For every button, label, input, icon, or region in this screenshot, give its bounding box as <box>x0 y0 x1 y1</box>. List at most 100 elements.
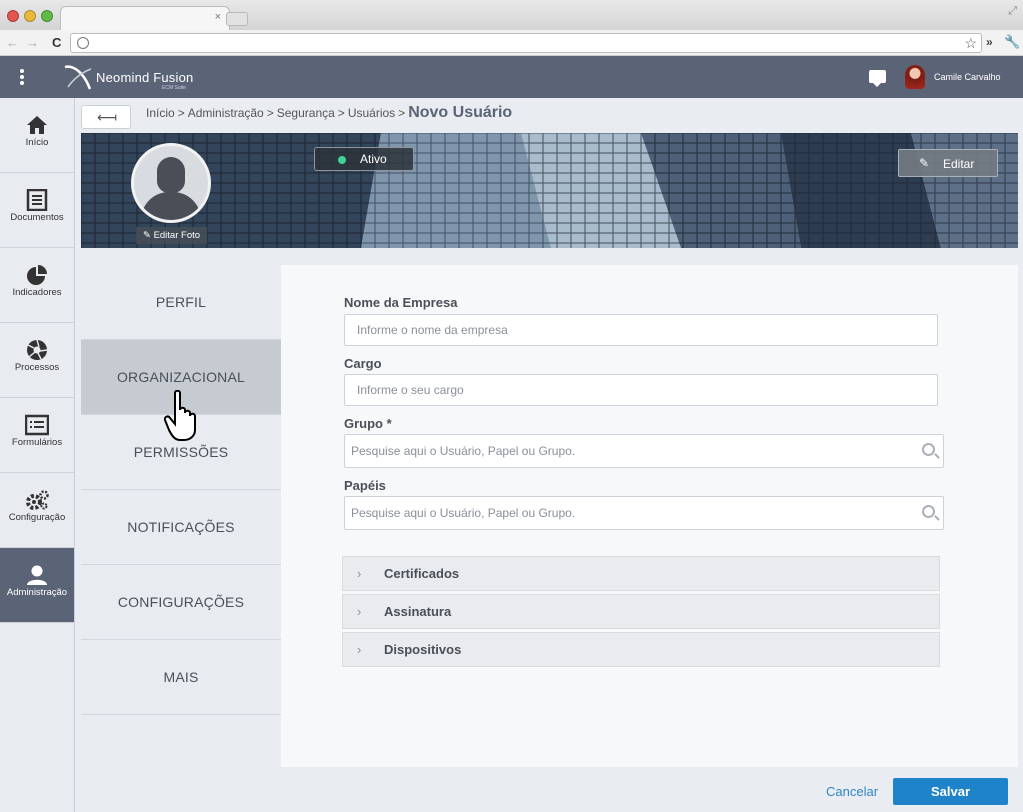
tab-notificacoes[interactable]: NOTIFICAÇÕES <box>81 490 281 565</box>
user-name[interactable]: Camile Carvalho <box>934 72 1001 82</box>
app-name: Neomind Fusion <box>96 70 194 85</box>
papers-search-input[interactable]: Pesquise aqui o Usuário, Papel ou Grupo. <box>344 496 944 530</box>
sidebar-item-processos[interactable]: Processos <box>0 323 74 398</box>
person-silhouette-icon <box>157 157 185 193</box>
accordion-label: Certificados <box>384 566 460 581</box>
document-icon <box>26 189 48 211</box>
address-bar[interactable]: ☆ <box>70 33 982 53</box>
page-title: Novo Usuário <box>408 104 513 121</box>
role-label: Cargo <box>344 356 382 371</box>
wrench-icon[interactable]: 🔧 <box>1004 34 1020 50</box>
app-subtitle: ECM Suite <box>162 85 186 91</box>
fullscreen-icon[interactable]: ⤢ <box>1008 5 1017 18</box>
chevron-right-icon: › <box>357 642 362 657</box>
edit-photo-label: Editar Foto <box>153 230 201 241</box>
tab-configuracoes[interactable]: CONFIGURAÇÕES <box>81 565 281 640</box>
aperture-icon <box>27 339 48 360</box>
breadcrumb-seguranca[interactable]: Segurança <box>277 106 335 120</box>
sidebar-item-formularios[interactable]: Formulários <box>0 398 74 473</box>
sidebar-item-label: Formulários <box>11 437 63 448</box>
forward-arrow-icon[interactable]: → <box>26 35 39 50</box>
role-input[interactable]: Informe o seu cargo <box>344 374 938 406</box>
sidebar-item-documentos[interactable]: Documentos <box>0 173 74 248</box>
papers-search-placeholder: Pesquise aqui o Usuário, Papel ou Grupo. <box>351 506 576 520</box>
chevron-right-icon: › <box>357 604 362 619</box>
logo[interactable]: Neomind Fusion ECM Suite <box>62 63 202 93</box>
breadcrumb-administracao[interactable]: Administração <box>188 106 264 120</box>
close-tab-icon[interactable]: × <box>215 11 221 23</box>
person-silhouette-body <box>141 192 201 220</box>
search-icon[interactable] <box>922 443 935 456</box>
profile-banner: ✎ Editar Foto Ativo ✎ Editar <box>81 133 1018 248</box>
new-tab-button[interactable] <box>226 12 248 26</box>
search-icon[interactable] <box>922 505 935 518</box>
breadcrumb: Início > Administração > Segurança > Usuários >… <box>146 104 512 122</box>
sidebar-item-administracao[interactable]: Administração <box>0 548 74 623</box>
accordion-certificados[interactable]: › Certificados <box>342 556 940 591</box>
status-dot-icon <box>338 156 346 164</box>
sidebar-item-indicadores[interactable]: Indicadores <box>0 248 74 323</box>
status-label: Ativo <box>360 152 387 166</box>
profile-photo[interactable] <box>131 143 211 223</box>
browser-tab[interactable]: × <box>60 6 230 30</box>
banner-background-image <box>81 133 1018 248</box>
cancel-button[interactable]: Cancelar <box>826 784 878 799</box>
sidebar-item-label: Indicadores <box>12 287 62 298</box>
save-button[interactable]: Salvar <box>893 778 1008 805</box>
pie-chart-icon <box>27 265 47 285</box>
accordion-label: Dispositivos <box>384 642 462 657</box>
breadcrumb-separator: > <box>337 106 345 120</box>
gears-icon <box>26 490 49 510</box>
breadcrumb-inicio[interactable]: Início <box>146 106 175 120</box>
bookmark-star-icon[interactable]: ☆ <box>964 35 977 52</box>
logo-swoosh-icon <box>64 65 92 90</box>
group-search-input[interactable]: Pesquise aqui o Usuário, Papel ou Grupo. <box>344 434 944 468</box>
breadcrumb-separator: > <box>266 106 274 120</box>
pencil-icon: ✎ <box>919 156 930 170</box>
home-icon <box>27 116 47 134</box>
maximize-window-button[interactable] <box>41 10 53 22</box>
app-header: Neomind Fusion ECM Suite Camile Carvalho <box>0 56 1023 98</box>
company-input[interactable]: Informe o nome da empresa <box>344 314 938 346</box>
breadcrumb-usuarios[interactable]: Usuários <box>348 106 395 120</box>
chevron-right-icon: › <box>357 566 362 581</box>
chat-icon[interactable] <box>869 70 886 87</box>
profile-tabs: PERFIL ORGANIZACIONAL PERMISSÕES NOTIFIC… <box>81 265 281 715</box>
sidebar-item-configuracao[interactable]: Configuração <box>0 473 74 548</box>
back-arrow-icon[interactable]: ← <box>6 35 19 50</box>
globe-icon <box>77 37 89 49</box>
minimize-window-button[interactable] <box>24 10 36 22</box>
sidebar-item-label: Processos <box>14 362 60 373</box>
tab-perfil[interactable]: PERFIL <box>81 265 281 340</box>
edit-button-label: Editar <box>943 157 975 171</box>
back-arrow-icon: ⟻ <box>97 109 118 125</box>
sidebar-item-label: Administração <box>6 587 68 598</box>
accordion-assinatura[interactable]: › Assinatura <box>342 594 940 629</box>
accordion-label: Assinatura <box>384 604 452 619</box>
sidebar-item-inicio[interactable]: Início <box>0 98 74 173</box>
group-label: Grupo * <box>344 416 392 431</box>
browser-toolbar: ← → C ☆ » 🔧 <box>0 30 1023 56</box>
breadcrumb-separator: > <box>398 106 406 120</box>
accordion-dispositivos[interactable]: › Dispositivos <box>342 632 940 667</box>
hand-cursor-icon <box>164 390 196 441</box>
reload-icon[interactable]: C <box>52 35 61 50</box>
form-icon <box>25 414 49 436</box>
group-search-placeholder: Pesquise aqui o Usuário, Papel ou Grupo. <box>351 444 576 458</box>
status-badge[interactable]: Ativo <box>314 147 414 171</box>
avatar[interactable] <box>905 65 925 89</box>
edit-photo-button[interactable]: ✎ Editar Foto <box>136 227 207 244</box>
tab-mais[interactable]: MAIS <box>81 640 281 715</box>
browser-tab-strip: × ⤢ <box>0 0 1023 30</box>
sidebar-item-label: Documentos <box>10 212 64 223</box>
papers-label: Papéis <box>344 478 386 493</box>
sidebar-item-label: Configuração <box>8 512 66 523</box>
back-button[interactable]: ⟻ <box>81 105 131 129</box>
menu-dots-icon[interactable] <box>20 69 24 87</box>
close-window-button[interactable] <box>7 10 19 22</box>
extensions-chevron-icon[interactable]: » <box>986 35 993 49</box>
user-icon <box>27 565 47 585</box>
breadcrumb-separator: > <box>177 106 185 120</box>
sidebar-item-label: Início <box>25 137 49 148</box>
edit-button[interactable]: ✎ Editar <box>898 149 998 177</box>
